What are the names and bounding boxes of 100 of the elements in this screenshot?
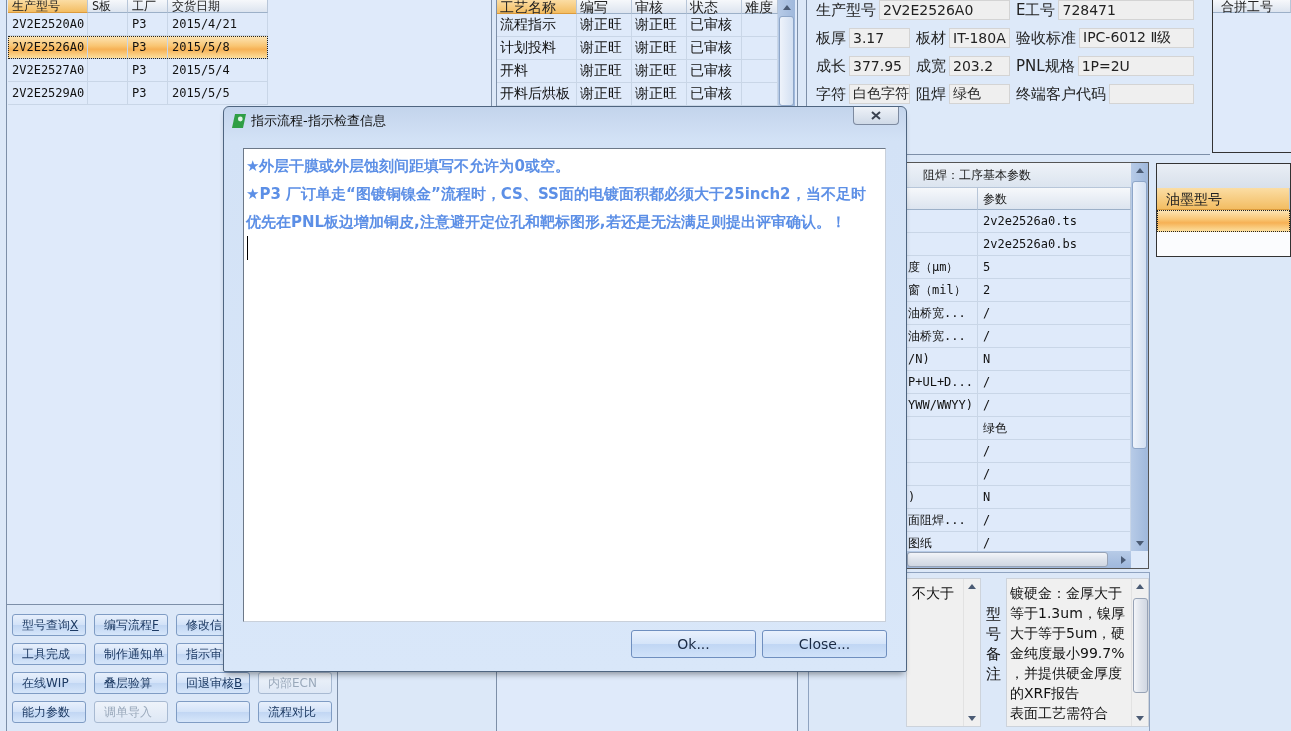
table-row[interactable]: 计划投料 谢正旺 谢正旺 已审核 [497, 37, 778, 60]
column-header[interactable]: 生产型号 [8, 0, 88, 13]
table-cell: 2015/5/5 [168, 82, 268, 105]
text-field[interactable]: 绿色 [949, 84, 1010, 104]
table-row[interactable]: 图纸 / [907, 532, 1131, 551]
field-label: 板材 [916, 28, 946, 48]
table-row[interactable]: 2V2E2520A0 P3 2015/4/21 [8, 13, 268, 36]
text-field[interactable]: 728471 [1058, 0, 1194, 20]
table-row[interactable]: 开料后烘板 谢正旺 谢正旺 已审核 [497, 83, 778, 106]
right-arrow-icon [1120, 555, 1126, 564]
field-label: 成长 [816, 56, 846, 76]
text-field[interactable]: IPC-6012 Ⅱ级 [1079, 28, 1194, 48]
field-label: 验收标准 [1016, 28, 1076, 48]
column-header[interactable] [907, 188, 978, 210]
table-row[interactable]: 2v2e2526a0.bs [907, 233, 1131, 256]
field-label: PNL规格 [1016, 56, 1075, 76]
action-button[interactable]: 能力参数 [12, 701, 86, 723]
field-label: 终端客户代码 [1016, 84, 1106, 104]
remark-field[interactable]: 不大于 [906, 578, 981, 727]
table-row[interactable]: 2V2E2527A0 P3 2015/5/4 [8, 59, 268, 82]
column-header[interactable]: 交货日期 [168, 0, 268, 13]
down-arrow-icon [1135, 541, 1144, 546]
window-close-button[interactable] [853, 107, 899, 125]
panel-title: 阻焊：工序基本参数 [907, 163, 1131, 188]
remark-field[interactable]: 镀硬金：金厚大于等于1.3um，镍厚大于等于5um，硬金纯度最小99.7%，并提供硬金厚度的XRF报告 表面工艺需符合 [1006, 578, 1149, 727]
message-text: ★P3 厂订单走“图镀铜镍金”流程时，CS、SS面的电镀面积都必须大于25inch2，当不足时优先在PNL板边增加铜皮,注意避开定位孔和靶标图形,若还是无法满足则提出评审确认。！ [246, 184, 867, 233]
column-header[interactable]: S板 [88, 0, 128, 13]
up-arrow-icon [1136, 584, 1144, 589]
table-row[interactable]: 度（μm） 5 [907, 256, 1131, 279]
ok-button[interactable]: Ok... [631, 630, 756, 658]
action-button[interactable] [176, 701, 250, 723]
column-header[interactable]: 状态 [687, 0, 742, 14]
column-header[interactable]: 合拼工号 [1213, 0, 1291, 13]
table-row[interactable] [1157, 210, 1290, 232]
text-cursor [247, 236, 248, 260]
text-field[interactable]: 1P=2U [1077, 56, 1194, 76]
text-field[interactable]: 白色字符 [849, 84, 910, 104]
field-label: 字符 [816, 84, 846, 104]
column-header[interactable]: 编写 [577, 0, 632, 14]
table-cell: 2V2E2529A0 [8, 82, 88, 105]
column-header[interactable]: 工厂 [128, 0, 168, 13]
down-arrow-icon [968, 716, 976, 721]
table-row[interactable]: ) N [907, 486, 1131, 509]
field-label: 生产型号 [816, 0, 876, 20]
table-row[interactable]: 2V2E2526A0 P3 2015/5/8 [8, 36, 268, 59]
action-button[interactable]: 流程对比 [258, 701, 332, 723]
field-label: E工号 [1016, 0, 1056, 20]
table-row[interactable]: 油桥宽... / [907, 325, 1131, 348]
column-header[interactable]: 油墨型号 [1157, 188, 1290, 210]
dialog-title: 指示流程-指示检查信息 [251, 112, 386, 130]
text-field[interactable]: 203.2 [949, 56, 1010, 76]
action-button[interactable]: 型号查询X [12, 614, 86, 636]
action-button[interactable]: 叠层验算 [94, 672, 168, 694]
table-row[interactable]: / [907, 440, 1131, 463]
scrollbar-thumb[interactable] [907, 552, 1108, 567]
horizontal-scrollbar[interactable] [907, 551, 1131, 568]
action-button[interactable]: 编写流程F [94, 614, 168, 636]
close-button[interactable]: Close... [762, 630, 887, 658]
vertical-scrollbar[interactable] [778, 0, 795, 106]
text-field[interactable]: IT-180A [949, 28, 1010, 48]
table-row[interactable]: 流程指示 谢正旺 谢正旺 已审核 [497, 14, 778, 37]
scrollbar-thumb[interactable] [1132, 181, 1147, 449]
table-row[interactable]: / [907, 463, 1131, 486]
table-row[interactable]: 油桥宽... / [907, 302, 1131, 325]
table-row[interactable]: /N) N [907, 348, 1131, 371]
field-label: 板厚 [816, 28, 846, 48]
text-field[interactable]: 2V2E2526A0 [879, 0, 1010, 20]
up-arrow-icon [782, 5, 791, 10]
up-arrow-icon [1135, 168, 1144, 173]
table-row[interactable]: 绿色 [907, 417, 1131, 440]
action-button[interactable]: 工具完成 [12, 643, 86, 665]
column-header[interactable]: 审核 [632, 0, 687, 14]
text-field[interactable] [1109, 84, 1194, 104]
table-row[interactable]: 2v2e2526a0.ts [907, 210, 1131, 233]
field-label: 型号备注 [986, 604, 1001, 684]
scrollbar-thumb[interactable] [779, 16, 794, 106]
table-row[interactable]: 2V2E2529A0 P3 2015/5/5 [8, 82, 268, 105]
table-row[interactable]: YWW/WWYY) / [907, 394, 1131, 417]
action-button[interactable]: 在线WIP [12, 672, 86, 694]
table-row[interactable]: 面阻焊... / [907, 509, 1131, 532]
text-field[interactable]: 377.95 [849, 56, 910, 76]
table-row[interactable]: 开料 谢正旺 谢正旺 已审核 [497, 60, 778, 83]
field-label: 成宽 [916, 56, 946, 76]
action-button[interactable]: 回退审核B [176, 672, 250, 694]
column-header[interactable]: 参数 [978, 188, 1131, 210]
vertical-scrollbar[interactable] [1131, 163, 1148, 551]
table-cell: P3 [128, 82, 168, 105]
table-row[interactable]: P+UL+D... / [907, 371, 1131, 394]
close-icon [871, 111, 881, 120]
action-button[interactable]: 制作通知单 [94, 643, 168, 665]
field-label: 阻焊 [916, 84, 946, 104]
up-arrow-icon [968, 584, 976, 589]
scrollbar-thumb[interactable] [1132, 598, 1148, 693]
text-field[interactable]: 3.17 [849, 28, 910, 48]
down-arrow-icon [1136, 716, 1144, 721]
message-text: ★外层干膜或外层蚀刻间距填写不允许为0或空。 [246, 156, 571, 177]
column-header[interactable]: 难度 [742, 0, 778, 14]
vertical-scrollbar[interactable] [1131, 579, 1148, 726]
table-row[interactable]: 窗（mil） 2 [907, 279, 1131, 302]
column-header[interactable]: 工艺名称 [497, 0, 577, 14]
